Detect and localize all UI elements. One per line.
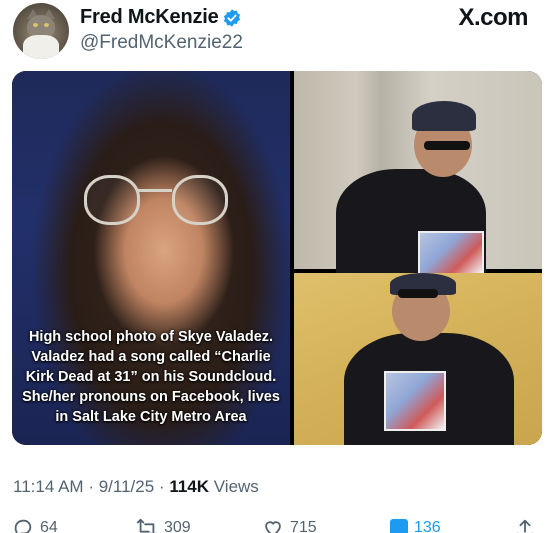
shirt-graphic [418, 231, 484, 275]
glasses-lens [172, 175, 228, 225]
repost-button[interactable]: 309 [136, 516, 191, 533]
bookmark-count: 136 [414, 519, 441, 533]
tweet-time[interactable]: 11:14 AM [13, 477, 84, 496]
like-count: 715 [290, 519, 317, 533]
photo-surveillance-bottom[interactable] [294, 273, 542, 445]
like-button[interactable]: 715 [262, 516, 317, 533]
views-label: Views [213, 477, 259, 496]
share-button[interactable] [514, 516, 536, 533]
meta-separator: · [88, 477, 94, 496]
reply-count: 64 [40, 519, 58, 533]
photo-surveillance-top[interactable] [294, 71, 542, 279]
reply-icon [14, 519, 32, 533]
avatar[interactable] [13, 3, 69, 59]
baseball-cap [412, 101, 476, 131]
glasses-lens [84, 175, 140, 225]
share-icon [516, 519, 534, 533]
author-handle[interactable]: @FredMcKenzie22 [80, 32, 243, 54]
avatar-cat-eye [44, 23, 49, 27]
meta-separator: · [158, 477, 165, 496]
x-logo-wordmark: X.com [458, 4, 528, 31]
heart-icon [265, 521, 281, 533]
views-count: 114K [169, 477, 210, 496]
avatar-cat-eye [33, 23, 38, 27]
tweet-meta: 11:14 AM · 9/11/25 · 114K Views [13, 477, 259, 497]
repost-icon [136, 518, 157, 533]
media-grid[interactable]: High school photo of Skye Valadez. Valad… [12, 71, 542, 445]
action-bar: 64 309 715 136 [0, 516, 552, 533]
glasses-bridge [136, 189, 172, 192]
sunglasses [424, 141, 470, 150]
photo-school-portrait[interactable]: High school photo of Skye Valadez. Valad… [12, 71, 290, 445]
avatar-cat-body [23, 35, 59, 59]
repost-count: 309 [164, 519, 191, 533]
verified-badge-icon [223, 9, 241, 27]
tweet-date[interactable]: 9/11/25 [99, 477, 154, 496]
author-display-name[interactable]: Fred McKenzie [80, 6, 219, 29]
bookmark-icon [390, 519, 408, 533]
shirt-graphic [384, 371, 446, 431]
reply-button[interactable]: 64 [12, 516, 58, 533]
image-caption: High school photo of Skye Valadez. Valad… [22, 329, 280, 425]
tweet-card: Fred McKenzie @FredMcKenzie22 X.com High… [0, 0, 552, 533]
bookmark-button[interactable]: 136 [390, 516, 441, 533]
sunglasses [398, 289, 438, 298]
